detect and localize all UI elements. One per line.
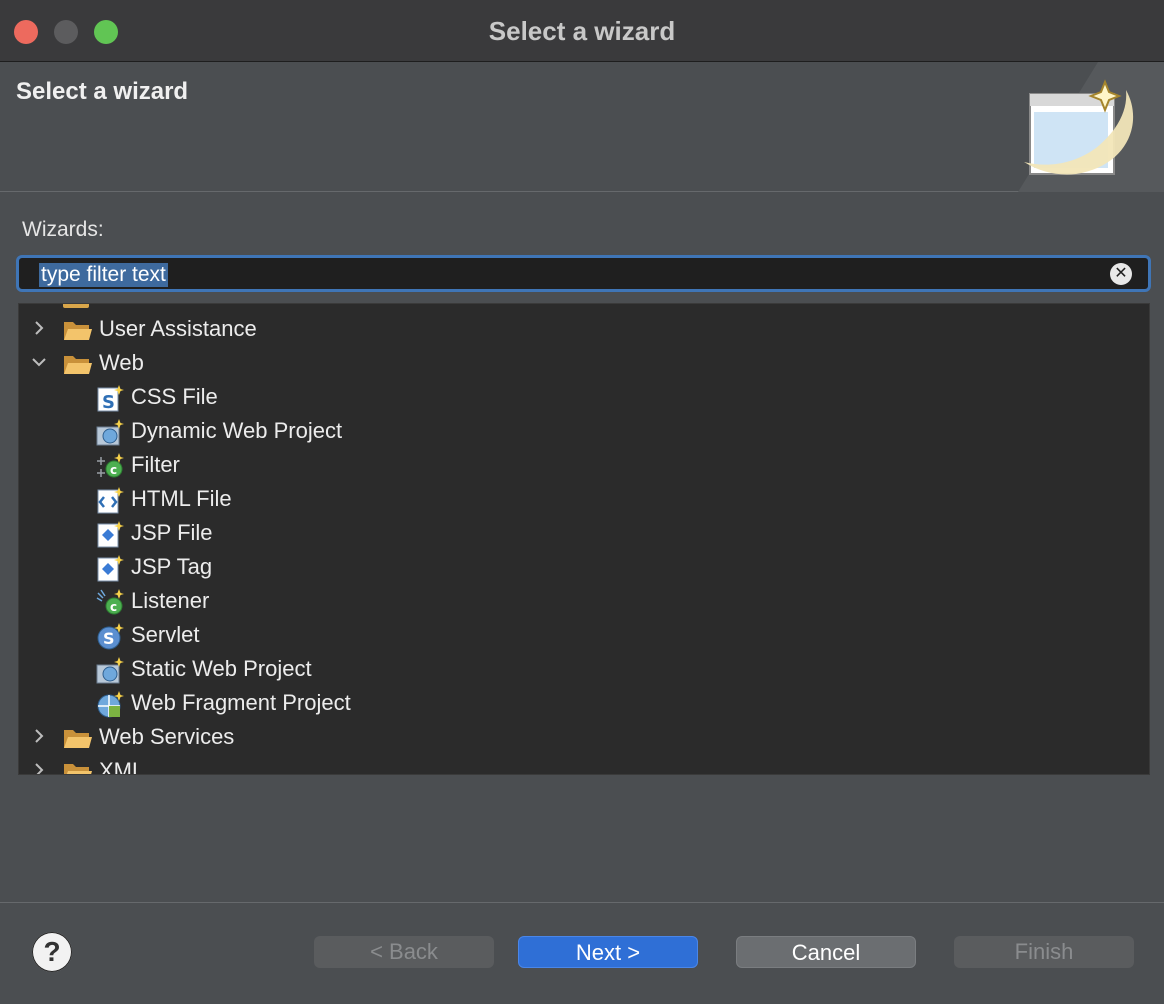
chevron-right-icon[interactable] — [31, 320, 47, 336]
tree-item-label: Dynamic Web Project — [131, 418, 343, 443]
filter-icon: c — [97, 453, 124, 478]
folder-open-icon — [64, 356, 92, 374]
tree-item-label: HTML File — [131, 486, 232, 511]
static-web-project-icon — [96, 657, 124, 684]
svg-text:c: c — [110, 463, 117, 477]
cancel-button[interactable]: Cancel — [736, 936, 916, 968]
partial-folder-icon — [63, 304, 89, 308]
tree-item-filter[interactable]: c Filter — [19, 448, 1149, 482]
folder-open-icon — [64, 764, 92, 774]
page-title: Select a wizard — [16, 78, 189, 105]
tree-item-label: CSS File — [131, 384, 218, 409]
tree-item-jsp-file[interactable]: JSP File — [19, 516, 1149, 550]
servlet-icon: S — [97, 623, 124, 650]
tree-item-listener[interactable]: c Listener — [19, 584, 1149, 618]
tree-item-web[interactable]: Web — [19, 346, 1149, 380]
chevron-down-icon[interactable] — [31, 354, 47, 370]
tree-item-xml[interactable]: XML — [19, 754, 1149, 775]
tree-item-static-web-project[interactable]: Static Web Project — [19, 652, 1149, 686]
tree-item-label: JSP Tag — [131, 554, 213, 579]
tree-item-label: Servlet — [131, 622, 200, 647]
dynamic-web-project-icon — [96, 419, 124, 446]
tree-item-servlet[interactable]: S Servlet — [19, 618, 1149, 652]
tree-item-label: Web — [99, 350, 144, 375]
web-fragment-project-icon — [97, 691, 124, 718]
tree-item-css-file[interactable]: S CSS File — [19, 380, 1149, 414]
tree-item-label: JSP File — [131, 520, 213, 545]
back-button[interactable]: < Back — [314, 936, 494, 968]
tree-item-user-assistance[interactable]: User Assistance — [19, 312, 1149, 346]
tree-item-web-services[interactable]: Web Services — [19, 720, 1149, 754]
new-wizard-banner-icon — [1018, 62, 1164, 192]
tree-item-label: XML — [99, 758, 145, 775]
clear-filter-icon[interactable]: ✕ — [1110, 263, 1132, 285]
tree-item-label: Filter — [131, 452, 180, 477]
tree-item-web-fragment-project[interactable]: Web Fragment Project — [19, 686, 1149, 720]
window-title: Select a wizard — [488, 16, 676, 46]
filter-input[interactable]: type filter text ✕ — [16, 255, 1151, 292]
chevron-right-icon[interactable] — [31, 762, 47, 775]
finish-button[interactable]: Finish — [954, 936, 1134, 968]
tree-item-label: User Assistance — [99, 316, 257, 341]
tree-item-dynamic-web-project[interactable]: Dynamic Web Project — [19, 414, 1149, 448]
svg-text:S: S — [102, 392, 115, 413]
help-button[interactable]: ? — [32, 932, 72, 972]
tree-item-label: Web Fragment Project — [131, 690, 351, 715]
listener-icon: c — [96, 589, 124, 615]
folder-open-icon — [64, 730, 92, 748]
chevron-right-icon[interactable] — [31, 728, 47, 744]
wizard-header: Select a wizard — [0, 62, 1164, 192]
css-file-icon: S — [97, 385, 124, 413]
next-button[interactable]: Next > — [518, 936, 698, 968]
jsp-file-icon — [97, 521, 124, 548]
tree-item-label: Listener — [131, 588, 210, 613]
svg-text:c: c — [110, 600, 117, 614]
folder-open-icon — [64, 322, 92, 340]
wizard-tree[interactable]: User Assistance Web S CSS File Dynamic W… — [18, 303, 1150, 775]
filter-input-text[interactable]: type filter text — [39, 263, 168, 287]
title-bar: Select a wizard — [0, 0, 1164, 62]
jsp-tag-icon — [97, 555, 124, 582]
tree-item-jsp-tag[interactable]: JSP Tag — [19, 550, 1149, 584]
tree-item-html-file[interactable]: HTML File — [19, 482, 1149, 516]
tree-item-label: Static Web Project — [131, 656, 312, 681]
html-file-icon — [97, 487, 124, 514]
wizards-label: Wizards: — [22, 218, 104, 241]
tree-item-label: Web Services — [99, 724, 235, 749]
svg-text:S: S — [103, 629, 115, 648]
